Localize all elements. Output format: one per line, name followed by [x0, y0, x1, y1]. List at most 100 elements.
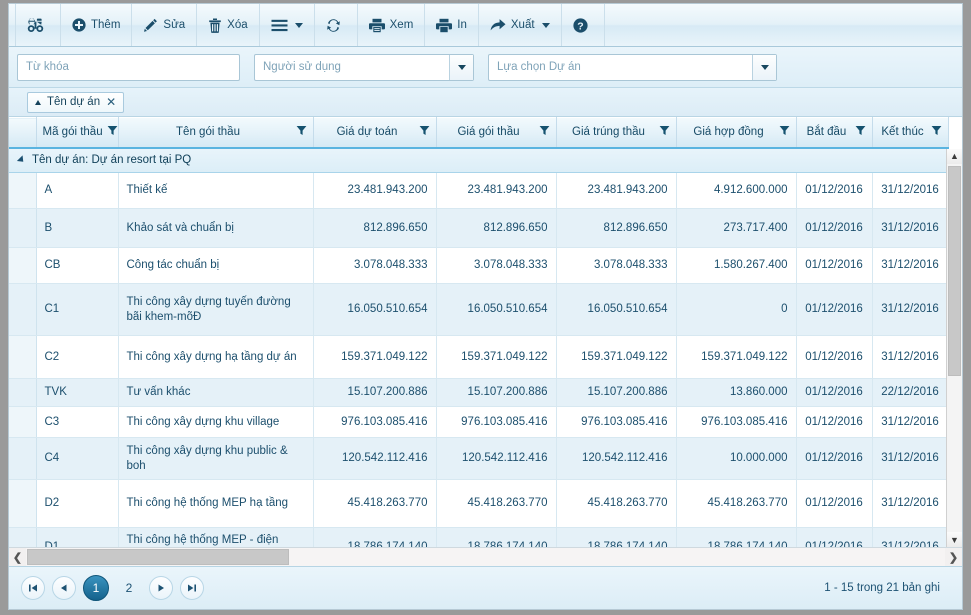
cell-ten-goi-thau: Tư vấn khác	[118, 378, 314, 407]
user-select-dropdown-button[interactable]	[449, 54, 473, 80]
table-row[interactable]: D1Thi công hệ thống MEP - điện trung .. …	[9, 527, 949, 547]
filter-icon[interactable]	[107, 125, 118, 139]
vertical-scrollbar[interactable]: ▲ ▼	[946, 148, 962, 547]
table-row[interactable]: TVK Tư vấn khác 15.107.200.886 15.107.200.8…	[9, 378, 949, 407]
horizontal-scrollbar[interactable]: ❮ ❯	[9, 547, 962, 566]
keyword-field-wrap[interactable]	[17, 53, 240, 81]
horizontal-scroll-thumb[interactable]	[27, 549, 289, 565]
add-button[interactable]: Thêm	[61, 4, 133, 46]
cell-gia-du-toan: 15.107.200.886	[313, 378, 437, 407]
page-button-1[interactable]: 1	[83, 575, 109, 601]
chevron-down-icon	[457, 64, 466, 70]
cell-gia-du-toan: 23.481.943.200	[313, 172, 437, 209]
cell-ten-goi-thau: Thiết kế	[118, 172, 314, 209]
previous-page-button[interactable]	[52, 576, 76, 600]
scroll-left-button[interactable]: ❮	[9, 548, 26, 566]
row-handle-cell[interactable]	[9, 247, 37, 284]
filter-icon[interactable]	[855, 125, 866, 139]
col-gia-hop-dong[interactable]: Giá hợp đồng	[676, 117, 797, 149]
scroll-up-button[interactable]: ▲	[947, 148, 962, 164]
cell-gia-du-toan: 16.050.510.654	[313, 283, 437, 336]
first-page-button[interactable]	[21, 576, 45, 600]
cell-ten-goi-thau: Thi công hệ thống MEP - điện trung .. 4	[118, 527, 314, 547]
cell-ten-goi-thau: Thi công hệ thống MEP hạ tầng	[118, 479, 314, 528]
close-icon[interactable]: ✕	[106, 96, 116, 108]
filter-bar	[9, 47, 962, 88]
table-row[interactable]: C2 Thi công xây dựng hạ tầng dự án 159.371…	[9, 335, 949, 379]
filter-icon[interactable]	[931, 125, 942, 139]
cell-gia-du-toan: 120.542.112.416	[313, 437, 437, 480]
table-row[interactable]: D2 Thi công hệ thống MEP hạ tầng 45.418.26…	[9, 479, 949, 528]
binoculars-icon	[27, 18, 44, 32]
refresh-button[interactable]	[315, 4, 358, 46]
table-row[interactable]: B Khảo sát và chuẩn bị 812.896.650 812.896.…	[9, 208, 949, 248]
next-page-button[interactable]	[149, 576, 173, 600]
scroll-down-button[interactable]: ▼	[947, 532, 962, 547]
col-gia-du-toan[interactable]: Giá dự toán	[313, 117, 437, 149]
keyword-input[interactable]	[18, 54, 239, 80]
cell-ma-goi-thau: A	[36, 172, 119, 209]
cell-ma-goi-thau: C4	[36, 437, 119, 480]
row-handle-cell[interactable]	[9, 208, 37, 248]
filter-icon[interactable]	[779, 125, 790, 139]
preview-button[interactable]: Xem	[358, 4, 426, 46]
filter-icon[interactable]	[296, 125, 307, 139]
user-select-input[interactable]	[255, 54, 450, 80]
col-bat-dau[interactable]: Bắt đầu	[796, 117, 873, 149]
col-ma-goi-thau[interactable]: Mã gói thầu	[36, 117, 119, 149]
project-select-input[interactable]	[489, 54, 753, 80]
menu-chevron-down-icon	[294, 22, 303, 28]
menu-button[interactable]	[260, 4, 315, 46]
filter-icon[interactable]	[539, 125, 550, 139]
table-row[interactable]: C3 Thi công xây dựng khu village 976.103.0…	[9, 406, 949, 438]
edit-button[interactable]: Sửa	[132, 4, 198, 46]
row-handle-cell[interactable]	[9, 172, 37, 209]
search-tool-button[interactable]	[15, 4, 61, 46]
last-page-button[interactable]	[180, 576, 204, 600]
sort-chip-ten-du-an[interactable]: Tên dự án ✕	[27, 91, 125, 113]
filter-icon[interactable]	[659, 125, 670, 139]
main-toolbar: Thêm Sửa Xóa Xem In Xuất ?	[9, 4, 962, 47]
column-header-label: Kết thúc	[881, 126, 924, 139]
export-button[interactable]: Xuất	[479, 4, 562, 46]
project-select-wrap[interactable]	[488, 53, 777, 81]
row-handle-cell[interactable]	[9, 527, 37, 547]
row-handle-cell[interactable]	[9, 479, 37, 528]
print-button-label: In	[457, 19, 467, 31]
cell-gia-hop-dong: 273.717.400	[676, 208, 797, 248]
delete-button[interactable]: Xóa	[197, 4, 260, 46]
grid-body-scroll-area[interactable]: Tên dự án: Dự án resort tại PQ A Thiết kế 2…	[9, 148, 962, 547]
page-button-2[interactable]: 2	[116, 575, 142, 601]
col-ket-thuc[interactable]: Kết thúc	[872, 117, 949, 149]
group-header-row[interactable]: Tên dự án: Dự án resort tại PQ	[9, 148, 949, 173]
scroll-right-button[interactable]: ❯	[945, 548, 962, 566]
row-handle-cell[interactable]	[9, 437, 37, 480]
collapse-triangle-icon[interactable]	[16, 155, 27, 165]
chevron-down-icon	[760, 64, 769, 70]
filter-icon[interactable]	[419, 125, 430, 139]
cell-gia-goi-thau: 976.103.085.416	[436, 406, 557, 438]
col-gia-goi-thau[interactable]: Giá gói thầu	[436, 117, 557, 149]
col-ten-goi-thau[interactable]: Tên gói thầu	[118, 117, 314, 149]
cell-gia-hop-dong: 10.000.000	[676, 437, 797, 480]
row-handle-cell[interactable]	[9, 335, 37, 379]
vertical-scroll-thumb[interactable]	[948, 165, 961, 376]
user-select-wrap[interactable]	[254, 53, 474, 81]
horizontal-scroll-track[interactable]	[26, 548, 945, 566]
vertical-scroll-track[interactable]	[947, 163, 962, 532]
row-handle-cell[interactable]	[9, 378, 37, 407]
print-button[interactable]: In	[425, 4, 479, 46]
project-select-dropdown-button[interactable]	[752, 54, 776, 80]
table-row[interactable]: C4 Thi công xây dựng khu public & boh 120.…	[9, 437, 949, 480]
group-header-cell[interactable]: Tên dự án: Dự án resort tại PQ	[9, 148, 949, 173]
table-row[interactable]: A Thiết kế 23.481.943.200 23.481.943.200 23.…	[9, 172, 949, 209]
cell-gia-trung-thau: 159.371.049.122	[556, 335, 677, 379]
table-row[interactable]: C1 Thi công xây dựng tuyến đường bãi khem…	[9, 283, 949, 336]
row-handle-cell[interactable]	[9, 406, 37, 438]
row-handle-cell[interactable]	[9, 283, 37, 336]
cell-gia-goi-thau: 16.050.510.654	[436, 283, 557, 336]
col-gia-trung-thau[interactable]: Giá trúng thầu	[556, 117, 677, 149]
cell-ten-goi-thau: Thi công xây dựng hạ tầng dự án	[118, 335, 314, 379]
help-button[interactable]: ?	[562, 4, 605, 46]
table-row[interactable]: CB Công tác chuẩn bị 3.078.048.333 3.078.04…	[9, 247, 949, 284]
